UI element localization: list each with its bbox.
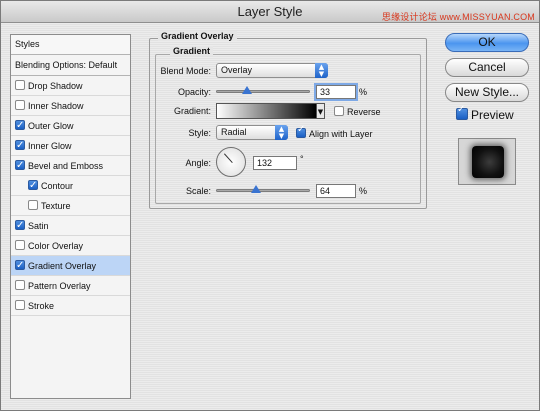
style-checkbox-texture[interactable] [28, 200, 38, 210]
style-checkbox-outer-glow[interactable] [15, 116, 25, 136]
preview-label: Preview [471, 108, 514, 122]
style-item-label: Satin [28, 221, 49, 231]
style-item-texture[interactable]: Texture [11, 196, 130, 216]
blend-mode-label: Blend Mode: [160, 66, 211, 76]
scale-label: Scale: [185, 186, 211, 196]
style-value: Radial [221, 127, 247, 137]
reverse-checkbox-box[interactable] [334, 106, 344, 116]
style-item-color-overlay[interactable]: Color Overlay [11, 236, 130, 256]
gradient-subgroup-title: Gradient [170, 46, 214, 56]
style-checkbox-bevel-and-emboss[interactable] [15, 156, 25, 176]
opacity-input[interactable]: 33 [316, 85, 356, 99]
style-item-label: Texture [41, 201, 71, 211]
updown-arrows-icon: ▲ ▼ [315, 63, 328, 78]
style-label: Style: [188, 128, 211, 138]
angle-indicator [223, 153, 233, 163]
align-with-layer-label: Align with Layer [309, 129, 373, 139]
style-checkbox-stroke[interactable] [15, 300, 25, 310]
style-item-gradient-overlay[interactable]: Gradient Overlay [11, 256, 130, 276]
updown-arrows-icon: ▲ ▼ [275, 125, 288, 140]
blending-options-item[interactable]: Blending Options: Default [11, 55, 130, 76]
style-item-inner-shadow[interactable]: Inner Shadow [11, 96, 130, 116]
blend-mode-value: Overlay [221, 65, 253, 75]
style-item-stroke[interactable]: Stroke [11, 296, 130, 316]
style-item-outer-glow[interactable]: Outer Glow [11, 116, 130, 136]
scale-unit: % [359, 186, 368, 196]
style-item-label: Contour [41, 181, 74, 191]
style-checkbox-inner-shadow[interactable] [15, 100, 25, 110]
scale-slider[interactable] [216, 189, 310, 192]
style-checkbox-inner-glow[interactable] [15, 136, 25, 156]
opacity-slider[interactable] [216, 90, 310, 93]
style-item-label: Drop Shadow [28, 81, 83, 91]
reverse-label: Reverse [347, 107, 381, 117]
scale-input[interactable]: 64 [316, 184, 356, 198]
style-item-label: Inner Glow [28, 141, 72, 151]
angle-unit: ° [300, 154, 304, 164]
style-item-bevel-and-emboss[interactable]: Bevel and Emboss [11, 156, 130, 176]
preview-thumbnail [458, 138, 516, 185]
style-item-label: Color Overlay [28, 241, 84, 251]
opacity-label: Opacity: [177, 87, 211, 97]
preview-swatch [472, 146, 504, 178]
style-checkbox-gradient-overlay[interactable] [15, 256, 25, 276]
layer-style-dialog: Layer Style 思缘设计论坛 www.MISSYUAN.COM Styl… [0, 0, 540, 411]
style-item-label: Gradient Overlay [28, 261, 97, 271]
style-item-label: Pattern Overlay [28, 281, 91, 291]
new-style-button[interactable]: New Style... [445, 83, 529, 102]
style-checkbox-drop-shadow[interactable] [15, 80, 25, 90]
watermark-text: 思缘设计论坛 www.MISSYUAN.COM [381, 12, 535, 22]
gradient-overlay-title: Gradient Overlay [158, 31, 237, 41]
opacity-slider-thumb[interactable] [242, 86, 253, 94]
preview-checkbox-box[interactable] [456, 104, 468, 120]
window-title: Layer Style [237, 4, 303, 19]
styles-header[interactable]: Styles [11, 35, 130, 55]
angle-input[interactable]: 132 [253, 156, 297, 170]
gradient-label: Gradient: [173, 106, 211, 116]
align-checkbox-box[interactable] [296, 124, 306, 138]
preview-checkbox[interactable]: Preview [456, 104, 514, 122]
ok-button[interactable]: OK [445, 33, 529, 52]
gradient-picker[interactable] [216, 103, 317, 119]
style-item-inner-glow[interactable]: Inner Glow [11, 136, 130, 156]
style-item-label: Outer Glow [28, 121, 74, 131]
title-bar[interactable]: Layer Style 思缘设计论坛 www.MISSYUAN.COM [1, 1, 539, 23]
style-item-label: Inner Shadow [28, 101, 84, 111]
style-select[interactable]: Radial ▲ ▼ [216, 125, 288, 140]
style-checkbox-color-overlay[interactable] [15, 240, 25, 250]
styles-list: Styles Blending Options: Default Drop Sh… [10, 34, 131, 399]
reverse-checkbox[interactable]: Reverse [334, 106, 381, 117]
style-item-drop-shadow[interactable]: Drop Shadow [11, 76, 130, 96]
style-item-contour[interactable]: Contour [11, 176, 130, 196]
angle-label: Angle: [185, 158, 211, 168]
cancel-button[interactable]: Cancel [445, 58, 529, 77]
align-with-layer-checkbox[interactable]: Align with Layer [296, 124, 373, 139]
gradient-dropdown-arrow-icon[interactable]: ▼ [317, 103, 325, 119]
style-checkbox-satin[interactable] [15, 216, 25, 236]
style-item-satin[interactable]: Satin [11, 216, 130, 236]
style-item-label: Stroke [28, 301, 55, 311]
scale-slider-thumb[interactable] [251, 185, 262, 193]
style-checkbox-pattern-overlay[interactable] [15, 280, 25, 290]
blend-mode-select[interactable]: Overlay ▲ ▼ [216, 63, 328, 78]
style-item-pattern-overlay[interactable]: Pattern Overlay [11, 276, 130, 296]
style-item-label: Bevel and Emboss [28, 161, 104, 171]
angle-dial[interactable] [216, 147, 246, 177]
opacity-unit: % [359, 87, 368, 97]
style-checkbox-contour[interactable] [28, 176, 38, 196]
